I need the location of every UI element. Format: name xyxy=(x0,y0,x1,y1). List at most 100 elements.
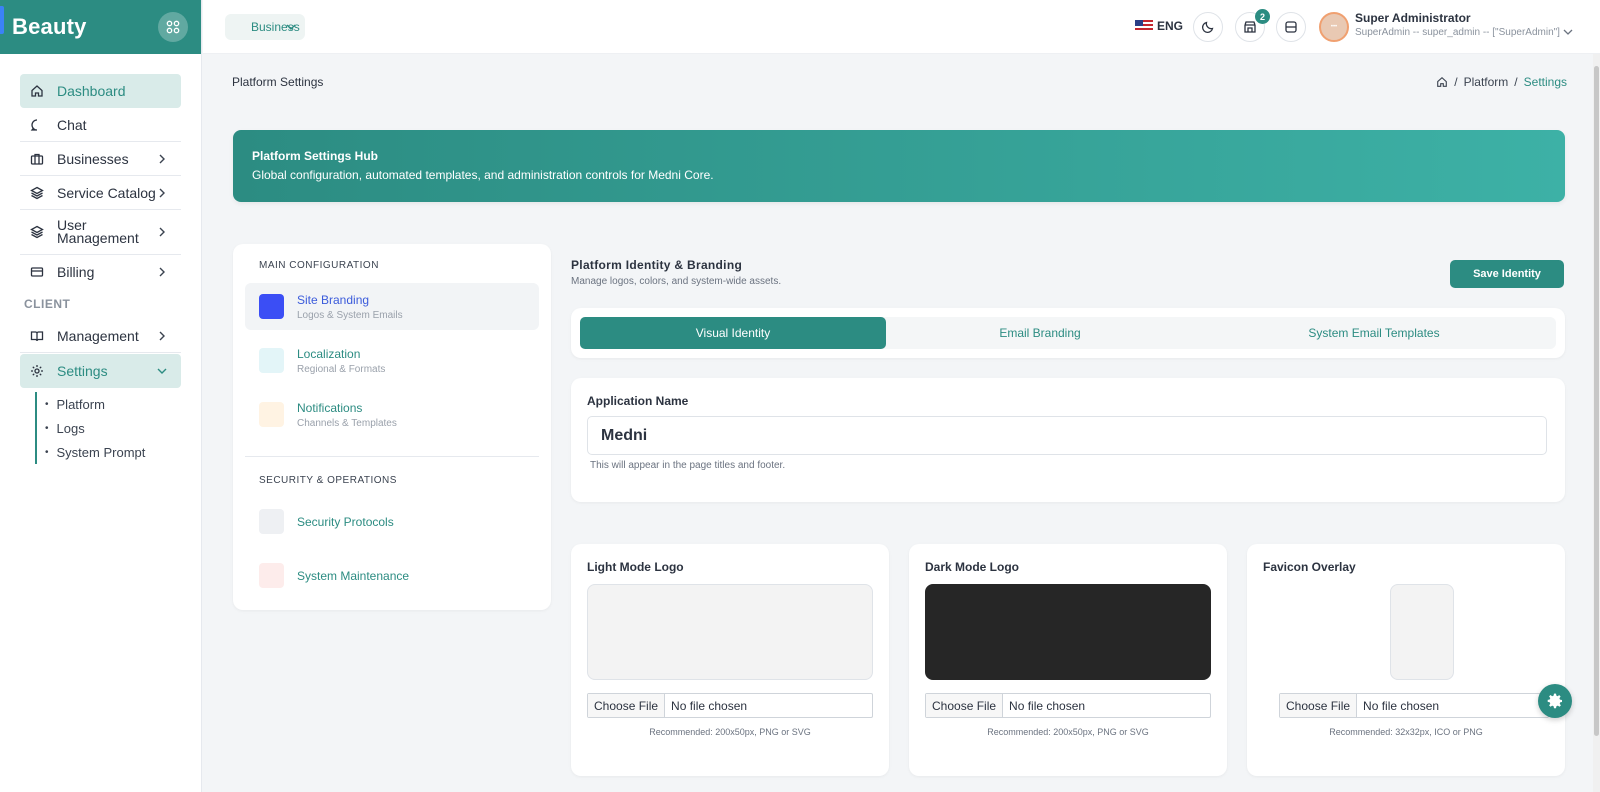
menu-item-system-maintenance[interactable]: System Maintenance xyxy=(245,552,539,599)
language-selector[interactable]: ENG xyxy=(1135,19,1183,33)
sidebar-item-label: User Management xyxy=(57,217,139,246)
menu-item-title: Localization xyxy=(297,346,361,361)
user-name[interactable]: Super Administrator xyxy=(1355,11,1471,25)
settings-hub-banner: Platform Settings Hub Global configurati… xyxy=(233,130,1565,202)
settings-submenu: Platform Logs System Prompt xyxy=(35,392,181,464)
save-identity-button[interactable]: Save Identity xyxy=(1450,260,1564,288)
light-logo-label: Light Mode Logo xyxy=(587,560,684,574)
dark-logo-file-input[interactable]: Choose File No file chosen xyxy=(925,693,1211,718)
sidebar-item-service-catalog[interactable]: Service Catalog xyxy=(20,176,181,210)
light-logo-card: Light Mode Logo Choose File No file chos… xyxy=(571,544,889,776)
page-scrollbar[interactable] xyxy=(1593,54,1600,792)
light-logo-file-input[interactable]: Choose File No file chosen xyxy=(587,693,873,718)
tab-email-branding[interactable]: Email Branding xyxy=(886,317,1194,349)
page-title: Platform Settings xyxy=(232,75,324,89)
theme-toggle-button[interactable] xyxy=(1193,12,1223,42)
breadcrumb-separator: / xyxy=(1514,75,1518,89)
sidebar-item-dashboard[interactable]: Dashboard xyxy=(20,74,181,108)
sidebar-item-billing[interactable]: Billing xyxy=(20,255,181,289)
avatar[interactable]: ••• xyxy=(1319,12,1349,42)
sidebar-subitem-platform[interactable]: Platform xyxy=(45,392,181,416)
favicon-recommendation: Recommended: 32x32px, ICO or PNG xyxy=(1329,727,1483,737)
menu-item-security-protocols[interactable]: Security Protocols xyxy=(245,498,539,545)
banner-subtitle: Global configuration, automated template… xyxy=(252,168,714,182)
application-name-card: Application Name This will appear in the… xyxy=(571,378,1565,502)
home-icon[interactable] xyxy=(1436,76,1448,88)
section-label-security: SECURITY & OPERATIONS xyxy=(259,475,397,486)
sidebar-item-user-management[interactable]: User Management xyxy=(20,210,181,255)
tab-visual-identity[interactable]: Visual Identity xyxy=(580,317,886,349)
tab-system-email-templates[interactable]: System Email Templates xyxy=(1194,317,1554,349)
breadcrumb-platform[interactable]: Platform xyxy=(1464,75,1509,89)
sidebar-item-settings[interactable]: Settings xyxy=(20,354,181,388)
menu-item-notifications[interactable]: Notifications Channels & Templates xyxy=(245,391,539,438)
menu-item-title: Site Branding xyxy=(297,292,370,307)
choose-file-button[interactable]: Choose File xyxy=(1280,694,1358,717)
notifications-button[interactable]: 2 xyxy=(1235,9,1270,42)
menu-item-title: System Maintenance xyxy=(297,568,410,583)
gear-icon xyxy=(29,363,45,379)
dark-logo-recommendation: Recommended: 200x50px, PNG or SVG xyxy=(987,727,1149,737)
apps-grid-button[interactable] xyxy=(158,12,188,42)
sidebar-subitem-logs[interactable]: Logs xyxy=(45,416,181,440)
application-name-input[interactable] xyxy=(587,416,1547,455)
sidebar-section-client: CLIENT xyxy=(24,297,71,311)
book-icon xyxy=(29,328,45,344)
business-selector[interactable]: Business xyxy=(225,14,305,40)
dark-logo-preview xyxy=(925,584,1211,680)
sidebar-item-label: Management xyxy=(57,327,139,344)
file-status: No file chosen xyxy=(1009,698,1086,713)
light-logo-preview xyxy=(587,584,873,680)
section-title: Platform Identity & Branding xyxy=(571,258,743,272)
site-branding-icon xyxy=(259,294,284,319)
menu-item-site-branding[interactable]: Site Branding Logos & System Emails xyxy=(245,283,539,330)
scrollbar-thumb[interactable] xyxy=(1594,66,1599,736)
breadcrumb: / Platform / Settings xyxy=(1436,75,1567,89)
divider xyxy=(245,456,539,457)
favicon-file-input[interactable]: Choose File No file chosen xyxy=(1279,693,1549,718)
us-flag-icon xyxy=(1135,20,1153,32)
chevron-down-icon[interactable] xyxy=(1562,26,1574,38)
choose-file-button[interactable]: Choose File xyxy=(926,694,1004,717)
notification-badge: 2 xyxy=(1255,9,1270,24)
layout-toggle-button[interactable] xyxy=(1276,12,1306,42)
gear-icon xyxy=(1547,693,1562,709)
store-icon xyxy=(1244,21,1256,33)
layers-icon xyxy=(29,185,45,201)
sidebar-item-label: Dashboard xyxy=(57,83,126,99)
menu-item-title: Notifications xyxy=(297,400,363,415)
file-status: No file chosen xyxy=(671,698,748,713)
maintenance-icon xyxy=(259,563,284,588)
dark-logo-label: Dark Mode Logo xyxy=(925,560,1020,574)
apps-grid-icon xyxy=(166,20,180,34)
sidebar-item-label: Service Catalog xyxy=(57,184,156,201)
brand-bar: Beauty xyxy=(0,0,201,54)
chevron-down-icon xyxy=(157,368,167,374)
sidebar-subitem-system-prompt[interactable]: System Prompt xyxy=(45,440,181,464)
localization-icon xyxy=(259,348,284,373)
layout-icon xyxy=(1285,21,1297,33)
file-status: No file chosen xyxy=(1363,698,1440,713)
sidebar-item-chat[interactable]: Chat xyxy=(20,108,181,142)
menu-item-localization[interactable]: Localization Regional & Formats xyxy=(245,337,539,384)
chevron-right-icon xyxy=(159,227,165,237)
chat-icon xyxy=(29,117,45,133)
brand-name: Beauty xyxy=(12,14,87,39)
sidebar-item-businesses[interactable]: Businesses xyxy=(20,142,181,176)
menu-item-subtitle: Logos & System Emails xyxy=(297,309,403,321)
chevron-right-icon xyxy=(159,188,165,198)
language-label: ENG xyxy=(1157,19,1184,33)
credit-card-icon xyxy=(29,264,45,280)
floating-settings-button[interactable] xyxy=(1538,684,1572,718)
sidebar-item-management[interactable]: Management xyxy=(20,319,181,353)
briefcase-icon xyxy=(29,151,45,167)
application-name-label: Application Name xyxy=(587,394,689,408)
chevron-down-icon xyxy=(286,24,296,30)
chevron-right-icon xyxy=(159,267,165,277)
favicon-label: Favicon Overlay xyxy=(1263,560,1356,574)
light-logo-recommendation: Recommended: 200x50px, PNG or SVG xyxy=(649,727,811,737)
choose-file-button[interactable]: Choose File xyxy=(588,694,666,717)
layers-icon xyxy=(29,224,45,240)
dark-logo-card: Dark Mode Logo Choose File No file chose… xyxy=(909,544,1227,776)
user-role: SuperAdmin -- super_admin -- ["SuperAdmi… xyxy=(1355,27,1560,38)
